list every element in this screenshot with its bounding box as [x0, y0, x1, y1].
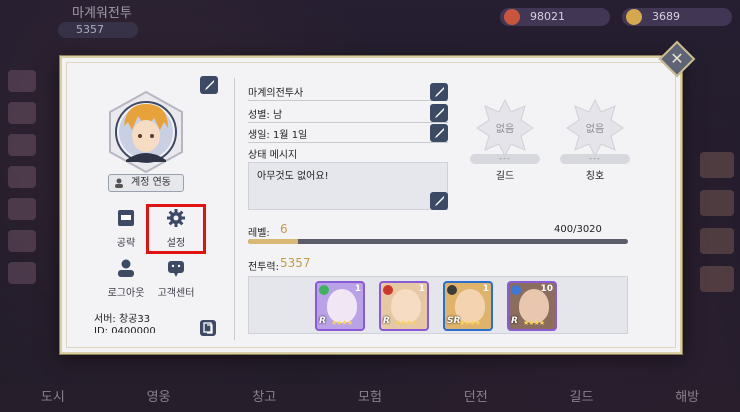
hero-level: 1: [354, 284, 361, 294]
level-label: 레벨:: [248, 228, 270, 239]
guild-emblem[interactable]: 없음 --- 길드: [464, 98, 546, 182]
gender-text: 성별: 남: [248, 110, 283, 121]
copy-id-button[interactable]: [200, 320, 216, 336]
nav-dungeon[interactable]: 던전: [423, 384, 529, 412]
person-icon: [118, 259, 134, 277]
title-emblem[interactable]: 없음 --- 칭호: [554, 98, 636, 182]
hero-level: 10: [540, 284, 553, 294]
exp-progress-fill: [248, 239, 299, 244]
hero-grade: R: [383, 316, 390, 326]
hero-grade: R: [319, 316, 326, 326]
support-menu-item[interactable]: 고객센터: [154, 258, 198, 299]
hero-portrait: [519, 289, 549, 323]
player-name: 마계워전투: [72, 6, 132, 21]
hero-level: 1: [482, 284, 489, 294]
resource-gold-counter[interactable]: 3689: [622, 8, 732, 26]
edit-birthday-button[interactable]: [430, 124, 448, 142]
field-underline: [248, 100, 448, 101]
quill-icon: [435, 87, 444, 97]
power-value: 5357: [280, 256, 311, 270]
gem-icon: [504, 9, 520, 25]
right-side-menu: [682, 140, 740, 340]
quill-icon: [435, 128, 444, 138]
hero-card[interactable]: 1 SR ★★★★: [443, 281, 493, 331]
element-icon: [511, 285, 521, 295]
edit-nickname-button[interactable]: [430, 83, 448, 101]
link-person-icon: [115, 178, 123, 188]
hero-card[interactable]: 10 R ★★★★: [507, 281, 557, 331]
birthday-text: 생일: 1월 1일: [248, 130, 308, 141]
player-id-label: ID: 0400000: [94, 326, 156, 333]
status-message-label: 상태 메시지: [248, 150, 298, 161]
top-bar: 마계워전투 5357 98021 3689: [0, 0, 740, 40]
hero-stars: ★★★★: [331, 319, 353, 327]
nav-storage[interactable]: 창고: [211, 384, 317, 412]
guide-book-icon: [118, 210, 134, 226]
team-lineup: 1 R ★★★★ 1 R ★★★★ 1 SR ★★★★ 10 R ★★★★: [248, 276, 628, 334]
nickname-text: 마계의전투사: [248, 88, 304, 99]
field-underline: [248, 122, 448, 123]
exp-text: 400/3020: [554, 224, 602, 235]
element-icon: [383, 285, 393, 295]
resource-gem-counter[interactable]: 98021: [500, 8, 610, 26]
edit-gender-button[interactable]: [430, 104, 448, 122]
chat-icon: [168, 261, 184, 277]
edit-status-button[interactable]: [430, 192, 448, 210]
nav-city[interactable]: 도시: [0, 384, 106, 412]
hero-portrait: [327, 289, 357, 323]
guide-menu-item[interactable]: 공략: [104, 208, 148, 249]
field-underline: [248, 142, 448, 143]
column-divider: [234, 78, 235, 340]
hero-card[interactable]: 1 R ★★★★: [315, 281, 365, 331]
logout-menu-item[interactable]: 로그아웃: [104, 258, 148, 299]
bottom-navigation: 도시 영웅 창고 모험 던전 길드 해방: [0, 384, 740, 412]
nav-adventure[interactable]: 모험: [317, 384, 423, 412]
quill-icon: [435, 196, 444, 206]
status-message-box: 아무것도 없어요!: [248, 162, 448, 210]
profile-modal: 계정 연동 공략 설정 로그아웃 고객센터 서버: 창공33 ID: 04000…: [60, 56, 682, 354]
element-icon: [447, 285, 457, 295]
hero-grade: R: [511, 316, 518, 326]
left-side-menu: [0, 60, 58, 340]
edit-avatar-button[interactable]: [200, 76, 218, 94]
element-icon: [319, 285, 329, 295]
avatar[interactable]: [106, 90, 186, 174]
hero-level: 1: [418, 284, 425, 294]
copy-icon: [203, 322, 213, 334]
hero-portrait: [391, 289, 421, 323]
nav-guild[interactable]: 길드: [529, 384, 635, 412]
exp-progress-bar: [248, 239, 628, 244]
level-value: 6: [280, 222, 288, 236]
nav-liberation[interactable]: 해방: [634, 384, 740, 412]
nav-heroes[interactable]: 영웅: [106, 384, 212, 412]
hero-card[interactable]: 1 R ★★★★: [379, 281, 429, 331]
server-label: 서버: 창공33: [94, 314, 151, 325]
hero-stars: ★★★★: [459, 319, 481, 327]
settings-highlight-box: [146, 204, 206, 254]
status-message-text: 아무것도 없어요!: [257, 171, 329, 182]
quill-icon: [205, 80, 214, 90]
hero-stars: ★★★★: [395, 319, 417, 327]
close-icon: ✕: [670, 49, 684, 68]
power-label: 전투력:: [248, 262, 279, 273]
coin-icon: [626, 9, 642, 25]
top-power-badge: 5357: [58, 22, 138, 38]
account-link-button[interactable]: 계정 연동: [108, 174, 184, 192]
hero-stars: ★★★★: [523, 319, 545, 327]
quill-icon: [435, 108, 444, 118]
